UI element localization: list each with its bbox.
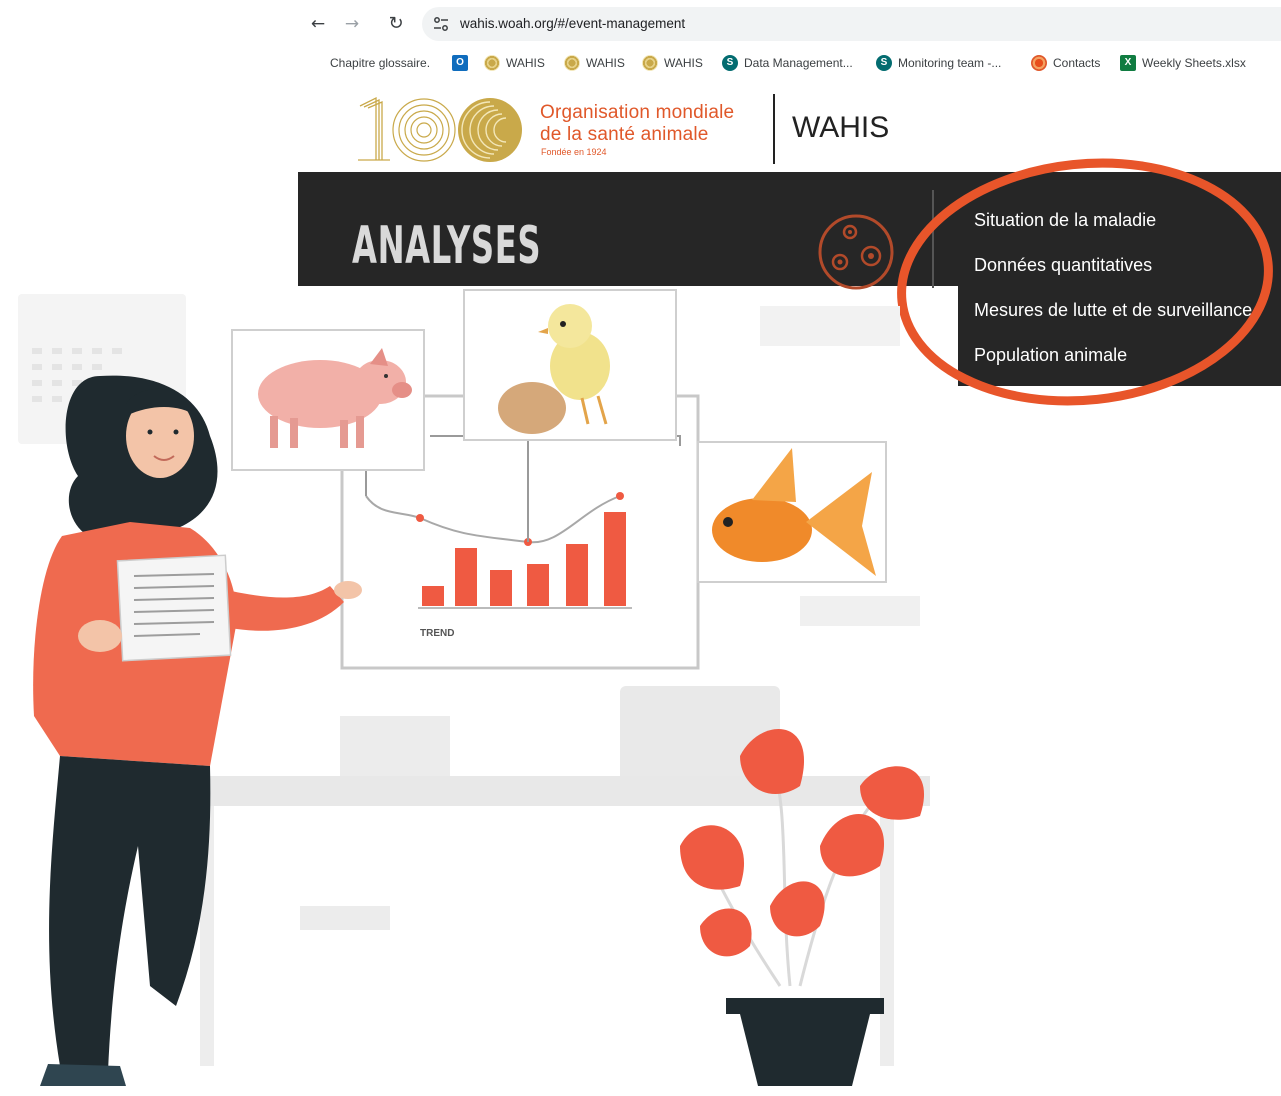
menu-item-population-animale[interactable]: Population animale: [974, 345, 1127, 366]
site-header: Organisation mondiale de la santé animal…: [298, 82, 1281, 172]
bookmark-label: Data Management...: [744, 56, 853, 70]
bookmark-label: Chapitre glossaire.: [330, 56, 431, 70]
bookmark-label: Monitoring team -...: [898, 56, 1002, 70]
site-info-icon[interactable]: [432, 15, 450, 33]
bookmark-weekly-sheets[interactable]: X Weekly Sheets.xlsx: [1120, 53, 1246, 73]
url-text[interactable]: wahis.woah.org/#/event-management: [460, 16, 685, 31]
org-name-line2: de la santé animale: [540, 124, 709, 145]
bookmark-contacts[interactable]: Contacts: [1031, 53, 1100, 73]
bookmarks-bar: Chapitre glossaire. O WAHIS WAHIS WAHIS …: [298, 48, 1281, 78]
menu-item-situation-maladie[interactable]: Situation de la maladie: [974, 210, 1156, 231]
woah-icon: [564, 55, 580, 71]
bookmark-label: WAHIS: [664, 56, 703, 70]
bookmark-wahis-1[interactable]: WAHIS: [484, 53, 545, 73]
menu-item-donnees-quantitatives[interactable]: Données quantitatives: [974, 255, 1152, 276]
woah-100-logo[interactable]: [350, 92, 530, 164]
bookmark-chapitre-glossaire[interactable]: Chapitre glossaire.: [330, 53, 430, 73]
sharepoint-icon: S: [876, 55, 892, 71]
page-title: ANALYSES: [352, 216, 542, 276]
browser-nav-row: ← → ↻ wahis.woah.org/#/event-management: [298, 0, 1281, 46]
forward-button[interactable]: →: [340, 12, 364, 36]
analyses-dropdown-menu: Situation de la maladie Données quantita…: [958, 196, 1281, 386]
microbe-icon: [818, 214, 894, 290]
bookmark-outlook[interactable]: O: [452, 53, 474, 73]
excel-icon: X: [1120, 55, 1136, 71]
woah-icon: [642, 55, 658, 71]
sharepoint-icon: S: [722, 55, 738, 71]
woah-icon: [484, 55, 500, 71]
reload-button[interactable]: ↻: [384, 12, 408, 36]
founded-date: Fondée en 1924: [541, 147, 607, 157]
header-divider: [773, 94, 775, 164]
chart-caption: TREND: [420, 628, 454, 639]
address-bar[interactable]: wahis.woah.org/#/event-management: [422, 7, 1281, 41]
banner-divider: [932, 190, 934, 288]
back-button[interactable]: ←: [306, 12, 330, 36]
analytics-illustration: TREND: [18, 289, 930, 1086]
browser-chrome: ← → ↻ wahis.woah.org/#/event-management …: [298, 0, 1281, 82]
bookmark-label: WAHIS: [586, 56, 625, 70]
bookmark-wahis-3[interactable]: WAHIS: [642, 53, 703, 73]
app-title[interactable]: WAHIS: [792, 111, 889, 145]
bookmark-data-management[interactable]: S Data Management...: [722, 53, 853, 73]
bookmark-label: WAHIS: [506, 56, 545, 70]
woman-figure: [33, 375, 362, 1086]
bookmark-label: Contacts: [1053, 56, 1101, 70]
menu-item-mesures-lutte[interactable]: Mesures de lutte et de surveillance: [974, 300, 1252, 321]
bookmark-label: Weekly Sheets.xlsx: [1142, 56, 1246, 70]
bookmark-wahis-2[interactable]: WAHIS: [564, 53, 625, 73]
outlook-icon: O: [452, 55, 468, 71]
contacts-icon: [1031, 55, 1047, 71]
org-name-line1: Organisation mondiale: [540, 102, 735, 123]
bookmark-monitoring-team[interactable]: S Monitoring team -...: [876, 53, 1001, 73]
